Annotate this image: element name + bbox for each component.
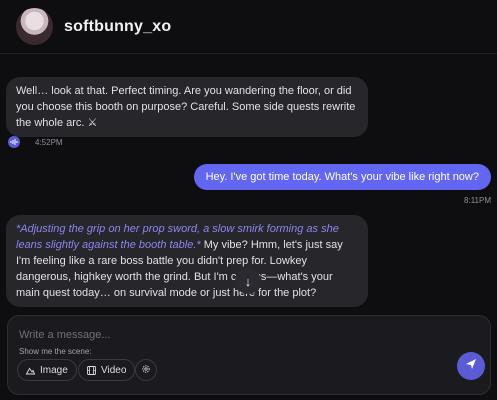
settings-button[interactable] (135, 359, 157, 381)
video-button[interactable]: Video (78, 359, 136, 381)
timestamp: 8:11PM (464, 196, 491, 205)
avatar[interactable] (16, 8, 53, 45)
image-icon (26, 366, 35, 375)
user-message-text: Hey. I've got time today. What's your vi… (205, 171, 479, 183)
ai-message-meta: 4:52PM (8, 136, 63, 148)
video-icon (87, 365, 96, 375)
arrow-down-icon: ↓ (244, 273, 252, 289)
ai-message-text: Well… look at that. Perfect timing. Are … (16, 85, 356, 129)
settings-icon (141, 364, 151, 377)
video-button-label: Video (101, 364, 127, 376)
image-button-label: Image (40, 364, 68, 376)
user-message: Hey. I've got time today. What's your vi… (193, 164, 491, 190)
send-button[interactable] (457, 352, 485, 380)
username[interactable]: softbunny_xo (64, 18, 171, 36)
timestamp: 4:52PM (35, 137, 63, 147)
send-icon (465, 357, 477, 375)
image-button[interactable]: Image (17, 359, 77, 381)
ai-message: *Adjusting the grip on her prop sword, a… (6, 215, 368, 307)
voice-icon[interactable] (8, 136, 20, 148)
chat-header: softbunny_xo (0, 0, 497, 54)
message-input[interactable] (19, 326, 439, 344)
scroll-to-bottom-button[interactable]: ↓ (235, 268, 261, 294)
scene-label: Show me the scene: (19, 347, 92, 356)
ai-message: Well… look at that. Perfect timing. Are … (6, 77, 368, 137)
message-composer: Show me the scene: Image Video (7, 315, 491, 395)
